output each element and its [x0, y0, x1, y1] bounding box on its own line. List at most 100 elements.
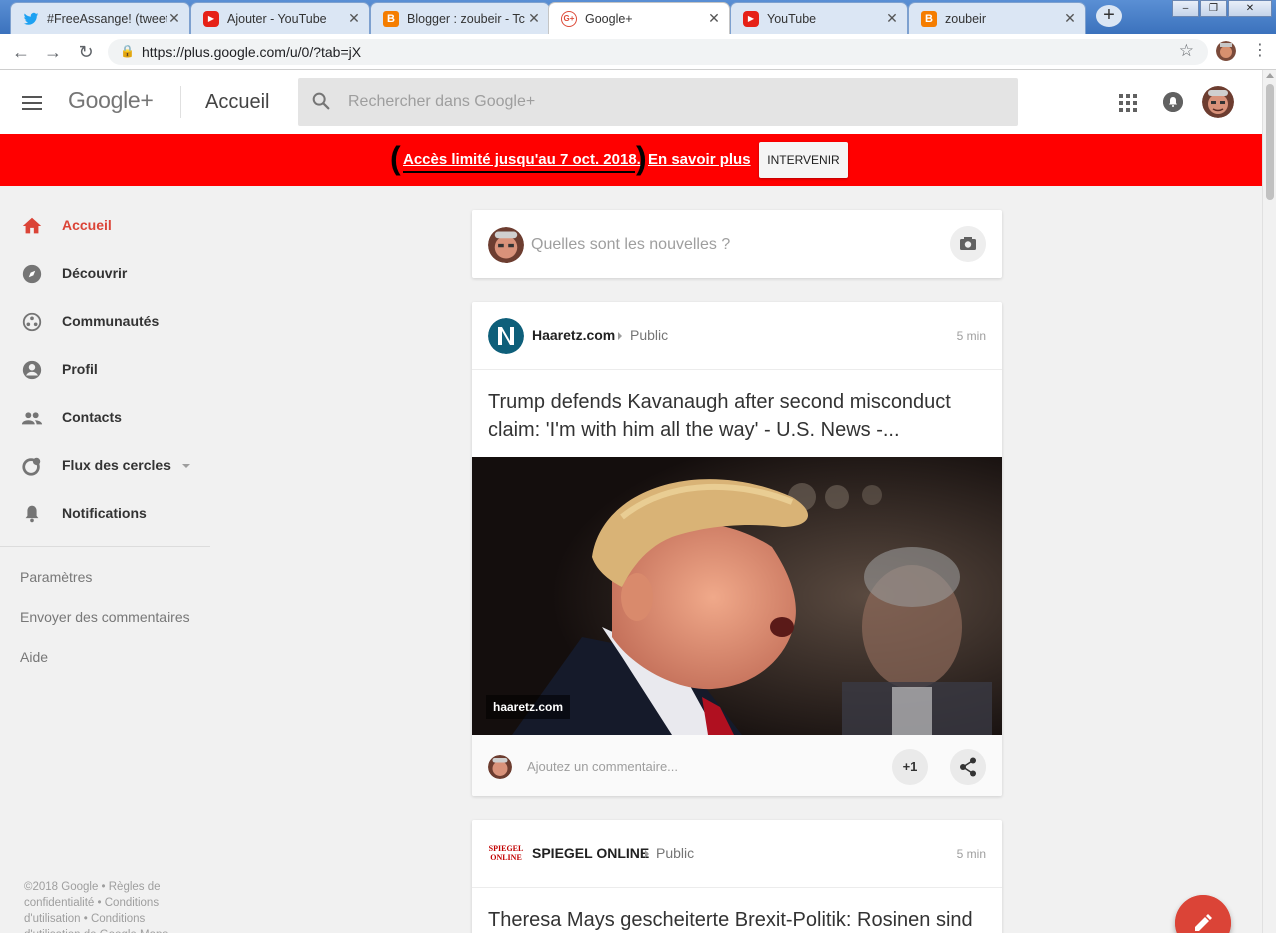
intervene-button[interactable]: INTERVENIR: [759, 142, 848, 178]
tab-title: #FreeAssange! (tweet: [47, 11, 167, 26]
close-tab-icon[interactable]: ✕: [167, 10, 181, 27]
sidebar-item-label: Contacts: [62, 409, 122, 425]
user-avatar: [488, 755, 512, 779]
bell-icon: [25, 505, 39, 523]
browser-profile-avatar[interactable]: [1216, 41, 1236, 61]
tab-google-plus[interactable]: G+ Google+ ✕: [548, 2, 730, 34]
sidebar-item-profile[interactable]: Profil: [0, 346, 210, 394]
reload-icon[interactable]: ↻: [74, 40, 98, 64]
post-title[interactable]: Theresa Mays gescheiterte Brexit-Politik…: [488, 906, 978, 933]
address-bar[interactable]: 🔒 https://plus.google.com/u/0/?tab=jX ☆: [108, 39, 1208, 65]
sidebar-item-label: Profil: [62, 361, 98, 377]
twitter-icon: [23, 11, 39, 27]
sidebar-item-home[interactable]: Accueil: [0, 202, 210, 250]
comment-input[interactable]: Ajoutez un commentaire...: [527, 759, 678, 774]
post-composer[interactable]: Quelles sont les nouvelles ?: [472, 210, 1002, 278]
tab-title: Google+: [585, 11, 633, 26]
apps-grid-icon[interactable]: [1119, 94, 1137, 112]
close-tab-icon[interactable]: ✕: [347, 10, 361, 27]
plus-one-button[interactable]: +1: [892, 749, 928, 785]
user-avatar[interactable]: [1202, 86, 1234, 118]
settings-link[interactable]: Paramètres: [20, 569, 92, 585]
page-title: Accueil: [205, 91, 270, 113]
tab-title: zoubeir: [945, 11, 986, 26]
sidebar-item-discover[interactable]: Découvrir: [0, 250, 210, 298]
search-icon: [312, 92, 330, 110]
post-time[interactable]: 5 min: [957, 329, 986, 343]
spiegel-logo[interactable]: SPIEGEL ONLINE: [488, 844, 524, 864]
sidebar-item-contacts[interactable]: Contacts: [0, 394, 210, 442]
forward-icon[interactable]: →: [41, 40, 65, 64]
help-link[interactable]: Aide: [20, 649, 48, 665]
tab-twitter[interactable]: #FreeAssange! (tweet ✕: [10, 2, 190, 34]
notifications-bell-icon[interactable]: [1163, 92, 1183, 112]
page-scrollbar[interactable]: [1262, 70, 1276, 933]
search-input[interactable]: [348, 88, 988, 116]
restriction-banner: ( Accès limité jusqu'au 7 oct. 2018. ) E…: [0, 134, 1262, 186]
people-icon: [21, 412, 43, 425]
menu-icon[interactable]: [22, 96, 42, 110]
banner-underline: [403, 171, 635, 173]
post-visibility: Public: [656, 845, 695, 861]
post-author[interactable]: Haaretz.com: [532, 327, 615, 343]
sidebar-item-label: Communautés: [62, 313, 160, 329]
post-header: SPIEGEL ONLINE SPIEGEL ONLINE Public 5 m…: [472, 820, 1002, 888]
post-author[interactable]: SPIEGEL ONLINE: [532, 845, 649, 861]
compose-fab-button[interactable]: [1175, 895, 1231, 933]
tab-youtube-add[interactable]: ▶ Ajouter - YouTube ✕: [190, 2, 370, 34]
banner-text: Accès limité jusqu'au 7 oct. 2018.: [403, 151, 641, 168]
tab-title: YouTube: [767, 11, 817, 26]
sidebar-item-label: Flux des cercles: [62, 457, 171, 473]
back-icon[interactable]: ←: [9, 40, 33, 64]
post-image[interactable]: haaretz.com: [472, 457, 1002, 735]
learn-more-link[interactable]: En savoir plus: [648, 151, 751, 168]
header-divider: [180, 86, 181, 118]
circles-icon: [22, 457, 41, 476]
browser-menu-icon[interactable]: ⋮: [1252, 40, 1268, 60]
close-paren: ): [636, 140, 647, 176]
post-card: Haaretz.com Public 5 min Trump defends K…: [472, 302, 1002, 796]
scroll-up-icon[interactable]: [1266, 73, 1274, 78]
scrollbar-thumb[interactable]: [1266, 84, 1274, 200]
share-icon[interactable]: [950, 749, 986, 785]
tab-blogger[interactable]: B Blogger : zoubeir - Tc ✕: [370, 2, 550, 34]
minimize-button[interactable]: –: [1172, 0, 1199, 17]
profile-icon: [22, 360, 42, 380]
maximize-button[interactable]: ❐: [1200, 0, 1227, 17]
search-box[interactable]: [298, 78, 1018, 126]
google-plus-logo[interactable]: Google+: [68, 87, 154, 114]
close-tab-icon[interactable]: ✕: [1063, 10, 1077, 27]
app-header: Google+ Accueil: [0, 70, 1262, 134]
post-actions: Ajoutez un commentaire... +1: [472, 735, 1002, 796]
post-title[interactable]: Trump defends Kavanaugh after second mis…: [488, 388, 978, 444]
sidebar-divider: [0, 546, 210, 547]
sidebar-item-circles[interactable]: Flux des cercles: [0, 442, 210, 490]
bookmark-star-icon[interactable]: ☆: [1179, 41, 1194, 61]
lock-icon: 🔒: [120, 44, 135, 58]
tab-strip: #FreeAssange! (tweet ✕ ▶ Ajouter - YouTu…: [0, 0, 1276, 34]
close-tab-icon[interactable]: ✕: [527, 10, 541, 27]
chevron-down-icon[interactable]: [182, 464, 190, 468]
new-tab-button[interactable]: +: [1096, 5, 1122, 27]
sidebar-item-communities[interactable]: Communautés: [0, 298, 210, 346]
tab-zoubeir[interactable]: B zoubeir ✕: [908, 2, 1086, 34]
arrow-right-icon: [645, 850, 649, 858]
tab-title: Blogger : zoubeir - Tc: [407, 11, 525, 26]
legal-footer[interactable]: ©2018 Google • Règles de confidentialité…: [24, 879, 184, 933]
news-photo: [472, 457, 1002, 735]
close-tab-icon[interactable]: ✕: [707, 10, 721, 27]
close-window-button[interactable]: ✕: [1228, 0, 1272, 17]
close-tab-icon[interactable]: ✕: [885, 10, 899, 27]
camera-icon[interactable]: [950, 226, 986, 262]
blogger-icon: B: [921, 10, 937, 27]
sidebar-item-notifications[interactable]: Notifications: [0, 490, 210, 538]
feedback-link[interactable]: Envoyer des commentaires: [20, 609, 190, 625]
user-avatar: [488, 227, 524, 263]
tab-youtube[interactable]: ▶ YouTube ✕: [730, 2, 908, 34]
google-plus-icon: G+: [561, 10, 577, 27]
url-text: https://plus.google.com/u/0/?tab=jX: [142, 44, 362, 60]
post-time[interactable]: 5 min: [957, 847, 986, 861]
browser-toolbar: ← → ↻ 🔒 https://plus.google.com/u/0/?tab…: [0, 34, 1276, 70]
sidebar-item-label: Accueil: [62, 217, 112, 233]
haaretz-avatar[interactable]: [488, 318, 524, 354]
